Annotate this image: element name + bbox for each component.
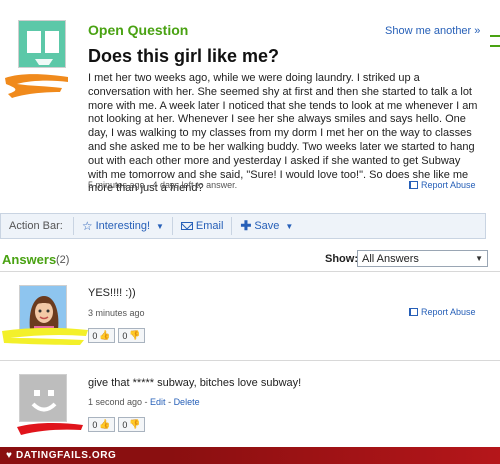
thumbs-down-count: 0 bbox=[122, 419, 128, 430]
interesting-label: Interesting! bbox=[95, 220, 150, 232]
report-abuse-label: Report Abuse bbox=[421, 180, 476, 190]
thumbs-down-button[interactable]: 0 👎 bbox=[118, 417, 145, 432]
footer-stripe bbox=[170, 447, 500, 464]
mail-icon bbox=[180, 222, 193, 230]
action-bar-label: Action Bar: bbox=[9, 220, 63, 232]
question-report-abuse[interactable]: Report Abuse bbox=[409, 180, 476, 190]
question-meta: 5 minutes ago - 4 days left to answer. bbox=[88, 180, 238, 190]
default-avatar-icon bbox=[20, 375, 66, 421]
thumbs-up-icon: 👍 bbox=[99, 419, 111, 429]
answer-report-abuse[interactable]: Report Abuse bbox=[409, 307, 476, 317]
exclamation-icon bbox=[19, 21, 65, 67]
thumbs-up-button[interactable]: 0 👍 bbox=[88, 417, 115, 432]
thumbs-up-button[interactable]: 0 👍 bbox=[88, 328, 115, 343]
thumbs-down-count: 0 bbox=[122, 330, 128, 341]
interesting-button[interactable]: ☆ Interesting! ▼ bbox=[72, 217, 172, 235]
divider bbox=[0, 271, 500, 272]
answer-time: 1 second ago - bbox=[88, 397, 151, 407]
flag-icon bbox=[409, 308, 418, 316]
thumbs-up-icon: 👍 bbox=[99, 330, 111, 340]
email-label: Email bbox=[195, 220, 224, 232]
answers-title: Answers bbox=[2, 252, 57, 267]
answers-count: (2) bbox=[56, 254, 70, 266]
thumbs-up-count: 0 bbox=[92, 330, 98, 341]
answer-votes: 0 👍 0 👎 bbox=[88, 328, 145, 343]
footer-logo-text: DATINGFAILS.ORG bbox=[15, 450, 117, 461]
question-body: I met her two weeks ago, while we were d… bbox=[88, 72, 478, 195]
red-scribble bbox=[17, 422, 83, 435]
divider bbox=[0, 360, 500, 361]
thumbs-down-button[interactable]: 0 👎 bbox=[118, 328, 145, 343]
green-edge-mark bbox=[490, 35, 500, 47]
answer-avatar bbox=[19, 374, 67, 422]
show-answers-select[interactable]: All Answers ▼ bbox=[357, 250, 488, 267]
plus-icon: ✚ bbox=[240, 218, 252, 233]
report-abuse-label: Report Abuse bbox=[421, 307, 476, 317]
question-avatar bbox=[18, 20, 66, 68]
answer-text: YES!!!! :)) bbox=[88, 287, 136, 299]
show-another-link[interactable]: Show me another » bbox=[385, 25, 480, 37]
save-label: Save bbox=[254, 220, 280, 232]
question-title: Does this girl like me? bbox=[88, 46, 280, 66]
answer-meta: 3 minutes ago bbox=[88, 308, 145, 318]
heart-icon: ♥ bbox=[6, 450, 12, 461]
chevron-down-icon: ▼ bbox=[475, 254, 483, 263]
flag-icon bbox=[409, 181, 418, 189]
meta-separator: - bbox=[165, 397, 174, 407]
question-status: Open Question bbox=[88, 22, 189, 38]
email-button[interactable]: Email bbox=[171, 217, 232, 235]
show-select-value: All Answers bbox=[362, 252, 419, 265]
answer-meta: 1 second ago - Edit - Delete bbox=[88, 397, 200, 407]
chevron-down-icon: ▼ bbox=[285, 221, 294, 231]
thumbs-down-icon: 👎 bbox=[129, 330, 141, 340]
answer-votes: 0 👍 0 👎 bbox=[88, 417, 145, 432]
save-button[interactable]: ✚ Save ▼ bbox=[231, 217, 301, 235]
star-icon: ☆ bbox=[81, 219, 93, 233]
yellow-scribble bbox=[2, 327, 88, 345]
chevron-down-icon: ▼ bbox=[156, 221, 164, 231]
edit-link[interactable]: Edit bbox=[150, 397, 166, 407]
footer-logo-bar: ♥ DATINGFAILS.ORG bbox=[0, 447, 500, 464]
show-label: Show: bbox=[325, 253, 358, 265]
orange-scribble bbox=[5, 74, 68, 98]
thumbs-up-count: 0 bbox=[92, 419, 98, 430]
answer-text: give that ***** subway, bitches love sub… bbox=[88, 377, 302, 389]
thumbs-down-icon: 👎 bbox=[129, 419, 141, 429]
delete-link[interactable]: Delete bbox=[174, 397, 200, 407]
action-bar: Action Bar: ☆ Interesting! ▼ Email ✚ Sav… bbox=[0, 213, 486, 239]
